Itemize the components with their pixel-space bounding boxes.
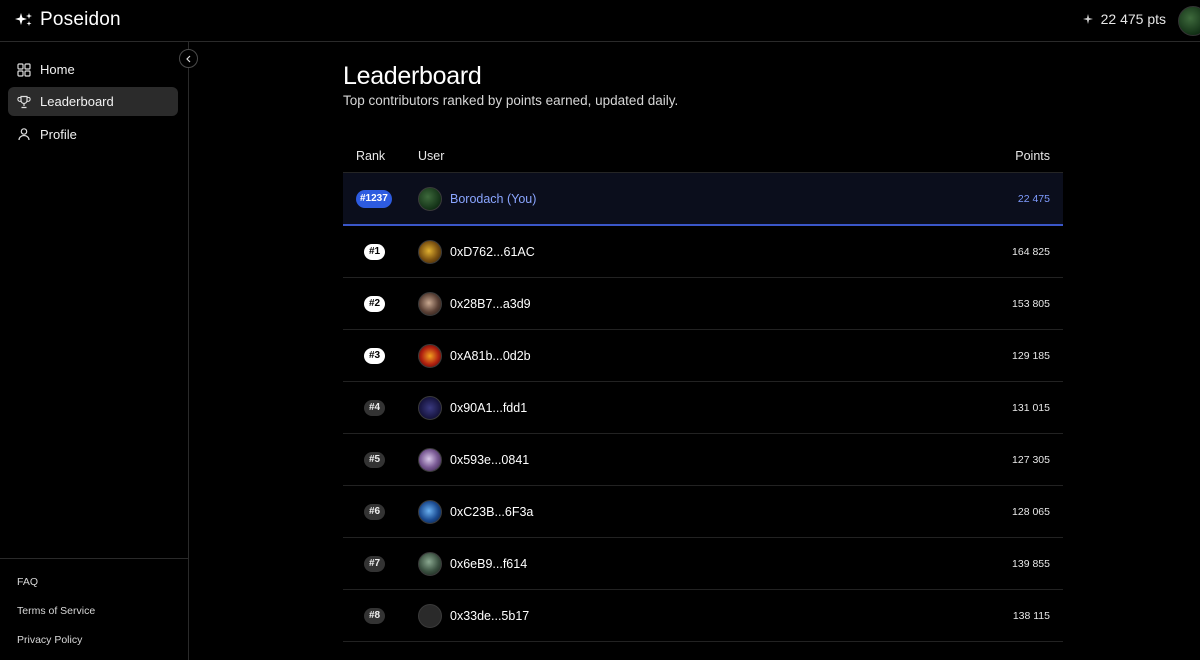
leaderboard-table: Rank User Points #1237 Borodach (You) 22… — [343, 140, 1063, 642]
points-cell: 129 185 — [1012, 349, 1050, 362]
sidebar-item-profile[interactable]: Profile — [8, 120, 178, 149]
brand[interactable]: Poseidon — [14, 9, 121, 31]
user-name: 0x90A1...fdd1 — [450, 400, 528, 415]
table-row[interactable]: #1 0xD762...61AC 164 825 — [343, 226, 1063, 278]
rank-cell: #7 — [343, 555, 418, 572]
avatar — [418, 186, 442, 211]
sidebar-footer: FAQ Terms of Service Privacy Policy — [17, 576, 95, 660]
user-cell: 0x28B7...a3d9 — [418, 291, 943, 316]
brand-name: Poseidon — [40, 9, 121, 30]
points-cell: 128 065 — [1012, 505, 1050, 518]
user-name: 0x593e...0841 — [450, 452, 530, 467]
user-name: 0x6eB9...f614 — [450, 556, 528, 571]
user-cell: 0x593e...0841 — [418, 447, 943, 472]
collapse-sidebar-button[interactable] — [179, 49, 198, 68]
rank-badge: #2 — [364, 295, 386, 312]
user-cell: 0xC23B...6F3a — [418, 499, 943, 524]
rank-cell: #6 — [343, 503, 418, 520]
avatar — [418, 239, 442, 264]
chevron-left-icon — [185, 55, 190, 62]
table-row[interactable]: #2 0x28B7...a3d9 153 805 — [343, 278, 1063, 330]
current-user-row[interactable]: #1237 Borodach (You) 22 475 — [343, 173, 1063, 226]
user-name: Borodach (You) — [450, 191, 537, 206]
rank-cell: #4 — [343, 399, 418, 416]
top-bar: Poseidon 22 475 pts — [0, 0, 1200, 42]
terms-link[interactable]: Terms of Service — [17, 605, 95, 634]
points-cell: 153 805 — [1012, 297, 1050, 310]
avatar — [418, 447, 442, 472]
column-points: Points — [1015, 149, 1050, 163]
sparkles-icon — [15, 13, 32, 26]
points-summary: 22 475 pts — [1082, 11, 1166, 27]
sidebar-item-leaderboard[interactable]: Leaderboard — [8, 87, 178, 117]
rank-badge: #1237 — [356, 189, 392, 208]
rank-cell: #1 — [343, 243, 418, 260]
rank-badge: #7 — [364, 555, 386, 572]
rank-cell: #3 — [343, 347, 418, 364]
main-content: Leaderboard Top contributors ranked by p… — [343, 60, 1063, 642]
points-cell: 22 475 — [1017, 192, 1050, 205]
rank-badge: #8 — [364, 607, 386, 624]
user-name: 0x28B7...a3d9 — [450, 296, 531, 311]
table-row[interactable]: #7 0x6eB9...f614 139 855 — [343, 538, 1063, 590]
points-cell: 139 855 — [1012, 557, 1050, 570]
sidebar-item-home[interactable]: Home — [8, 55, 178, 84]
avatar — [418, 343, 442, 368]
table-header: Rank User Points — [343, 140, 1063, 173]
user-name: 0xD762...61AC — [450, 244, 535, 259]
page-title: Leaderboard — [343, 62, 482, 90]
page-subtitle: Top contributors ranked by points earned… — [343, 93, 679, 108]
sparkle-icon — [1082, 14, 1093, 24]
rank-badge: #4 — [364, 399, 386, 416]
points-cell: 131 015 — [1012, 401, 1050, 414]
points-cell: 138 115 — [1012, 609, 1050, 622]
user-avatar[interactable] — [1178, 6, 1200, 36]
avatar — [418, 499, 442, 524]
sidebar-item-label: Leaderboard — [40, 94, 114, 110]
avatar — [418, 603, 442, 628]
user-name: 0x33de...5b17 — [450, 608, 530, 623]
rank-badge: #3 — [364, 347, 386, 364]
column-user: User — [418, 149, 445, 163]
table-row[interactable]: #3 0xA81b...0d2b 129 185 — [343, 330, 1063, 382]
user-cell: 0xA81b...0d2b — [418, 343, 943, 368]
user-cell: 0x90A1...fdd1 — [418, 395, 943, 420]
avatar — [418, 395, 442, 420]
points-value: 22 475 pts — [1100, 11, 1166, 27]
sidebar-item-label: Profile — [40, 126, 77, 142]
rank-cell: #2 — [343, 295, 418, 312]
sidebar-nav: Home Leaderboard Profile — [8, 55, 178, 152]
rank-cell: #8 — [343, 607, 418, 624]
rank-cell: #5 — [343, 451, 418, 468]
sidebar: Home Leaderboard Profile FAQ Terms of Se… — [0, 42, 189, 660]
rank-cell: #1237 — [343, 189, 418, 208]
table-row[interactable]: #6 0xC23B...6F3a 128 065 — [343, 486, 1063, 538]
trophy-icon — [17, 95, 31, 108]
points-cell: 164 825 — [1012, 245, 1050, 258]
column-rank: Rank — [356, 149, 386, 163]
table-row[interactable]: #4 0x90A1...fdd1 131 015 — [343, 382, 1063, 434]
table-row[interactable]: #5 0x593e...0841 127 305 — [343, 434, 1063, 486]
user-name: 0xA81b...0d2b — [450, 348, 531, 363]
user-name: 0xC23B...6F3a — [450, 504, 534, 519]
user-cell: 0xD762...61AC — [418, 239, 943, 264]
points-cell: 127 305 — [1012, 453, 1050, 466]
user-cell: 0x6eB9...f614 — [418, 551, 943, 576]
rank-badge: #5 — [364, 451, 386, 468]
faq-link[interactable]: FAQ — [17, 576, 95, 605]
sidebar-divider — [0, 558, 189, 559]
avatar — [418, 551, 442, 576]
grid-icon — [17, 62, 31, 77]
user-icon — [18, 128, 30, 141]
privacy-link[interactable]: Privacy Policy — [17, 634, 95, 660]
table-row[interactable]: #8 0x33de...5b17 138 115 — [343, 590, 1063, 642]
user-cell: Borodach (You) — [418, 186, 943, 211]
rank-badge: #1 — [364, 243, 386, 260]
rank-badge: #6 — [364, 503, 386, 520]
avatar — [418, 291, 442, 316]
user-cell: 0x33de...5b17 — [418, 603, 943, 628]
sidebar-item-label: Home — [40, 62, 75, 77]
